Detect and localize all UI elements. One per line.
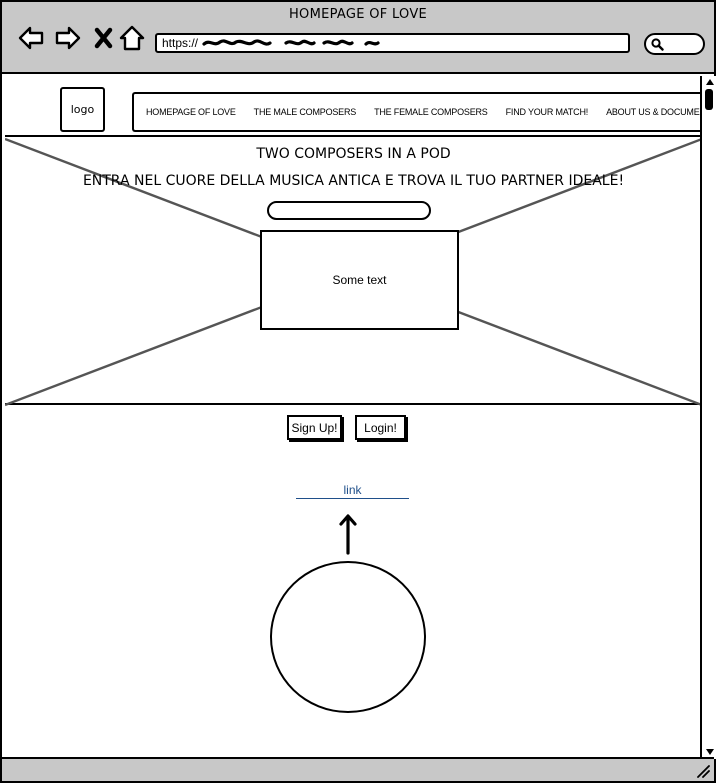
page-viewport: logo HOMEPAGE OF LOVE THE MALE COMPOSERS…	[2, 74, 700, 757]
address-bar[interactable]: https://	[155, 33, 630, 53]
menu-item-male-composers[interactable]: THE MALE COMPOSERS	[254, 107, 357, 117]
scroll-up-icon[interactable]	[706, 79, 714, 85]
logo[interactable]: logo	[60, 87, 105, 132]
main-menu: HOMEPAGE OF LOVE THE MALE COMPOSERS THE …	[132, 92, 700, 132]
vertical-scrollbar[interactable]	[700, 76, 716, 759]
menu-item-female-composers[interactable]: THE FEMALE COMPOSERS	[374, 107, 488, 117]
scroll-down-icon[interactable]	[706, 749, 714, 755]
window-title: HOMEPAGE OF LOVE	[288, 7, 428, 22]
forward-icon[interactable]	[54, 24, 82, 52]
hero-subtitle: ENTRA NEL CUORE DELLA MUSICA ANTICA E TR…	[82, 173, 625, 189]
resize-grip-icon[interactable]	[696, 764, 710, 778]
url-text: https://	[162, 36, 199, 50]
circle-placeholder	[270, 561, 426, 713]
back-icon[interactable]	[17, 24, 45, 52]
browser-toolbar: HOMEPAGE OF LOVE https://	[2, 2, 714, 74]
menu-item-find-your-match[interactable]: FIND YOUR MATCH!	[506, 107, 589, 117]
browser-window: HOMEPAGE OF LOVE https:// logo HOMEPAGE …	[0, 0, 716, 783]
scroll-thumb[interactable]	[705, 89, 713, 110]
menu-item-about-us[interactable]: ABOUT US & DOCUMENTAZIONE	[606, 107, 700, 117]
login-button[interactable]: Login!	[355, 415, 406, 440]
close-icon[interactable]	[90, 24, 118, 52]
hero-title: TWO COMPOSERS IN A POD	[256, 146, 451, 162]
hero-image-placeholder: TWO COMPOSERS IN A POD ENTRA NEL CUORE D…	[5, 135, 700, 407]
status-bar	[2, 757, 714, 781]
signup-button[interactable]: Sign Up!	[287, 415, 342, 440]
menu-item-homepage[interactable]: HOMEPAGE OF LOVE	[146, 107, 236, 117]
link[interactable]: link	[296, 483, 409, 499]
url-scribble	[202, 39, 380, 46]
browser-search-field[interactable]	[644, 33, 705, 55]
home-icon[interactable]	[118, 24, 146, 52]
search-icon	[651, 38, 664, 51]
hero-text-box: Some text	[260, 230, 459, 330]
hero-search-input[interactable]	[267, 201, 431, 220]
arrow-up-icon	[339, 514, 357, 555]
